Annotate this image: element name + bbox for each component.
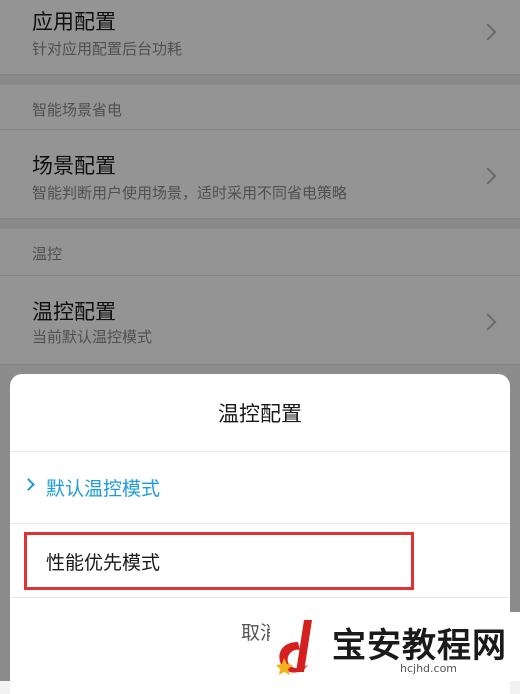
watermark-text: 宝安教程网 [332, 626, 507, 666]
divider [10, 597, 510, 598]
chevron-right-icon [22, 478, 35, 491]
option-default-temp-mode[interactable]: 默认温控模式 [10, 452, 510, 522]
dialog-title: 温控配置 [218, 402, 302, 426]
watermark-logo-icon [276, 620, 312, 675]
highlight-annotation-box [24, 532, 414, 590]
option-label: 默认温控模式 [46, 478, 161, 500]
watermark-url: hcjhd.com [400, 662, 458, 675]
watermark: 宝安教程网 hcjhd.com [270, 612, 520, 681]
